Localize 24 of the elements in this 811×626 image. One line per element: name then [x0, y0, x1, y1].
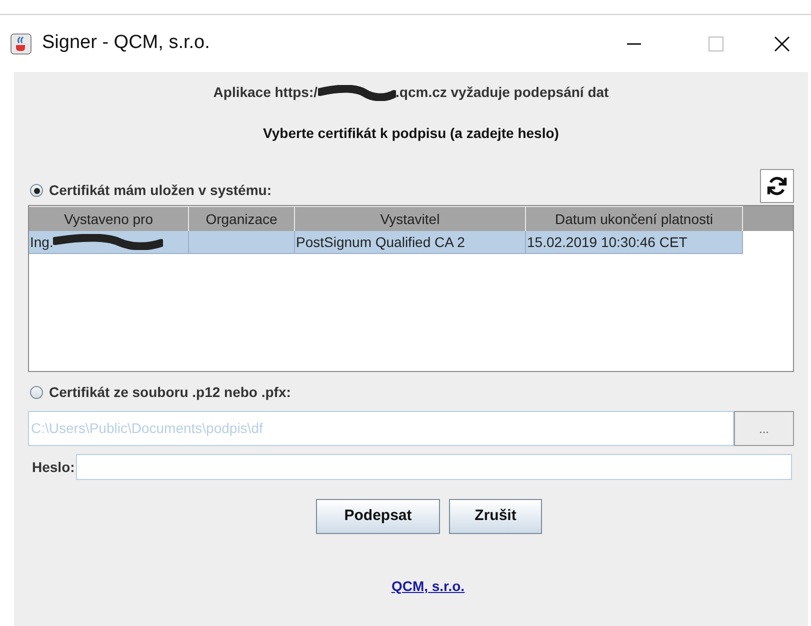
message-text: Aplikace https:/	[213, 83, 318, 102]
window-title: Signer - QCM, s.r.o.	[42, 31, 210, 56]
column-header[interactable]: Datum ukončení platnosti	[526, 206, 743, 231]
browse-button[interactable]: ...	[734, 411, 794, 446]
message-text: .qcm.cz vyžaduje podepsání dat	[396, 83, 609, 102]
radio-button[interactable]	[30, 386, 43, 399]
dialog-button[interactable]: Zrušit	[449, 499, 542, 534]
company-link[interactable]: QCM, s.r.o.	[391, 576, 465, 597]
password-label: Heslo:	[32, 458, 75, 476]
dialog-button[interactable]: Podepsat	[316, 499, 440, 534]
table-cell: 15.02.2019 10:30:46 CET	[526, 231, 743, 254]
refresh-button[interactable]	[760, 169, 794, 203]
column-header[interactable]: Organizace	[189, 206, 295, 231]
table-cell: PostSignum Qualified CA 2	[295, 231, 526, 254]
password-field[interactable]	[76, 454, 792, 480]
column-header[interactable]: Vystaveno pro	[29, 206, 189, 231]
coffee-cup-icon	[10, 32, 32, 54]
instruction-heading: Vyberte certifikát k podpisu (a zadejte heslo)	[262, 124, 560, 143]
column-header[interactable]: Vystavitel	[295, 206, 526, 231]
radio-button[interactable]	[30, 184, 43, 197]
option-label: Certifikát mám uložen v systému:	[49, 181, 272, 200]
refresh-icon	[766, 175, 788, 197]
option-label: Certifikát ze souboru .p12 nebo .pfx:	[49, 383, 291, 402]
table-cell: Ing.	[29, 231, 189, 254]
